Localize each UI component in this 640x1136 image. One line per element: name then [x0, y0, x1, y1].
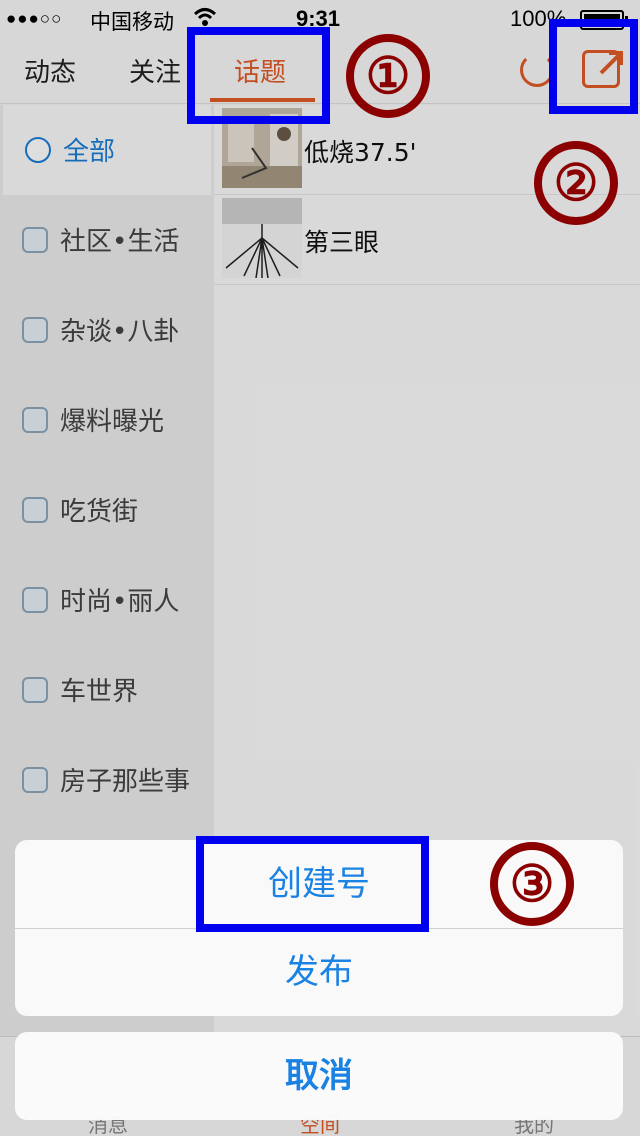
step-two-marker: ②: [534, 141, 618, 225]
step-three-marker: ③: [490, 842, 574, 926]
highlight-box-compose: [549, 19, 638, 114]
cancel-button[interactable]: 取消: [15, 1032, 623, 1120]
publish-button[interactable]: 发布: [15, 928, 623, 1016]
highlight-box-huati-tab: [187, 27, 330, 124]
highlight-box-create: [196, 836, 429, 932]
step-one-marker: ①: [346, 34, 430, 118]
